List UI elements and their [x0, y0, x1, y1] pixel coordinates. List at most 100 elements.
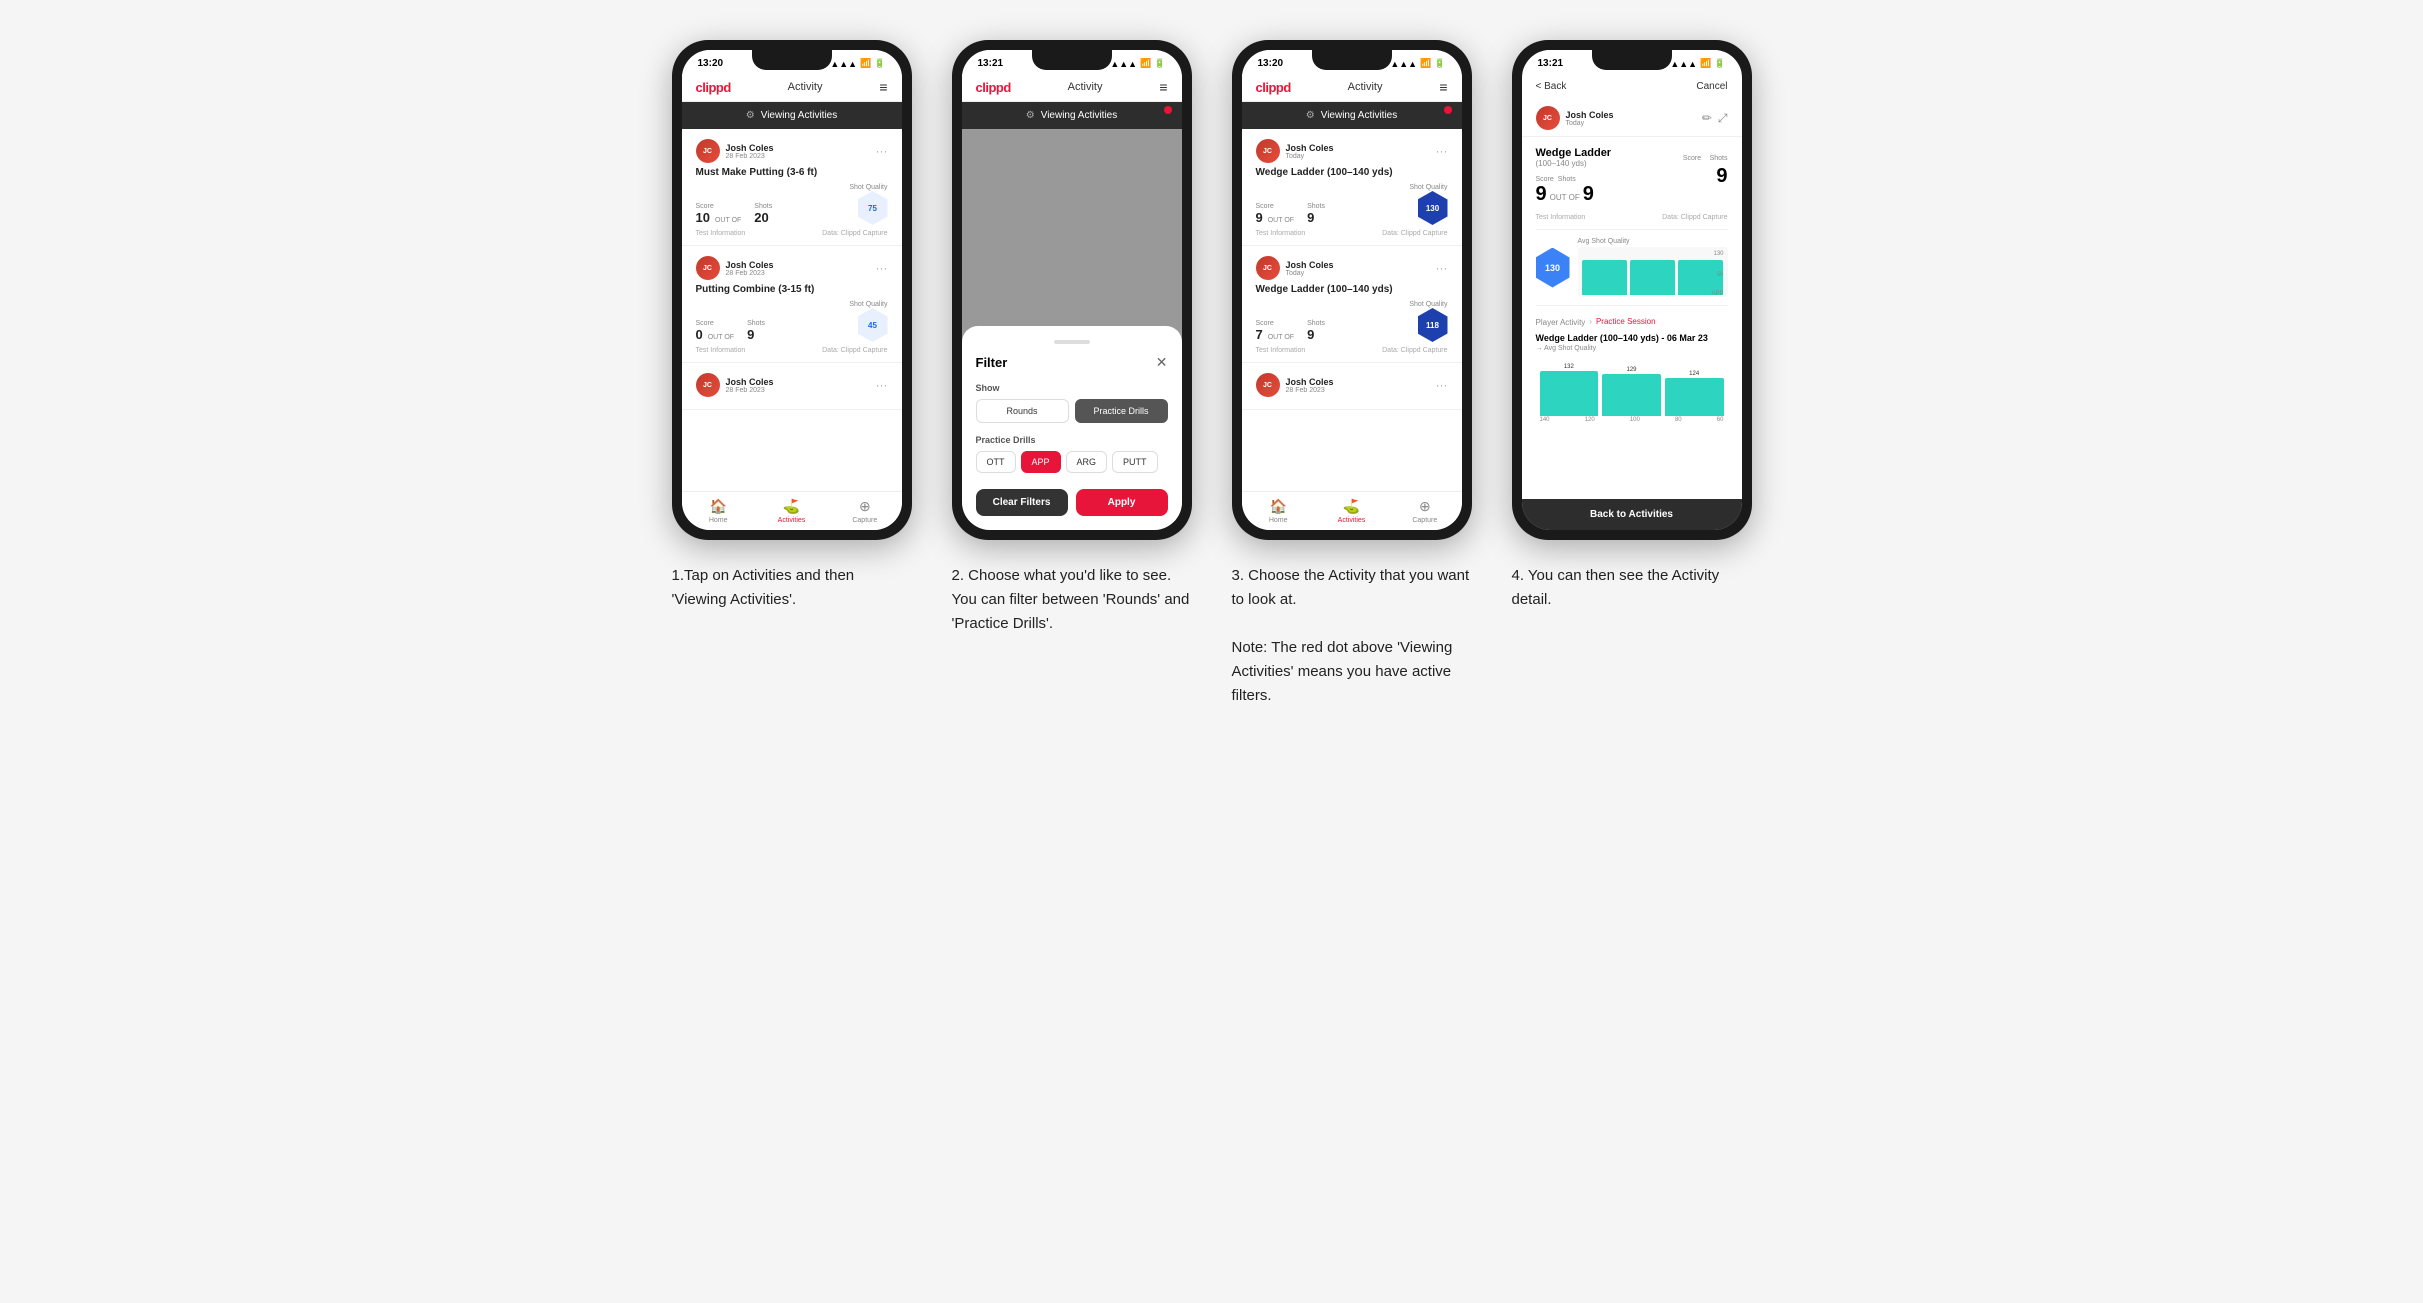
- phone-1: 13:20 ▲▲▲ 📶 🔋 clippd Activity ≡ ⚙ Vi: [672, 40, 912, 540]
- viewing-bar-3[interactable]: ⚙ Viewing Activities: [1242, 102, 1462, 129]
- modal-handle: [1054, 340, 1090, 344]
- nav-activities-1[interactable]: ⛳ Activities: [755, 498, 828, 524]
- phone-2: 13:21 ▲▲▲ 📶 🔋 clippd Activity ≡ ⚙ Vi: [952, 40, 1192, 540]
- chart-axis-label-4: APP: [1711, 291, 1723, 297]
- menu-icon-3[interactable]: ≡: [1439, 79, 1447, 95]
- clear-filters-button[interactable]: Clear Filters: [976, 489, 1068, 516]
- user-date-4: Today: [1566, 120, 1614, 127]
- nav-home-1[interactable]: 🏠 Home: [682, 498, 755, 524]
- sq-badge-1-1: 75: [858, 191, 888, 225]
- outof-3-2: OUT OF: [1268, 334, 1294, 341]
- notch-3: [1312, 50, 1392, 70]
- drill-buttons: OTT APP ARG PUTT: [976, 451, 1168, 473]
- dots-menu-1-1[interactable]: ···: [876, 144, 888, 158]
- sq-badge-1-2: 45: [858, 308, 888, 342]
- dots-menu-1-2[interactable]: ···: [876, 261, 888, 275]
- header-title-3: Activity: [1348, 81, 1383, 93]
- logo-1: clippd: [696, 80, 731, 95]
- drill-putt[interactable]: PUTT: [1112, 451, 1158, 473]
- back-button-4[interactable]: < Back: [1536, 81, 1567, 92]
- close-button[interactable]: ✕: [1156, 354, 1168, 371]
- avg-sq-label-4: Avg Shot Quality: [1578, 238, 1728, 245]
- score-label-3-1: Score: [1256, 203, 1298, 210]
- nav-home-3[interactable]: 🏠 Home: [1242, 498, 1315, 524]
- y-label-80: 80: [1675, 417, 1682, 423]
- detail-user-info-4: JC Josh Coles Today: [1536, 106, 1614, 130]
- apply-button[interactable]: Apply: [1076, 489, 1168, 516]
- battery-icon-2: 🔋: [1154, 58, 1165, 69]
- tab-practice-drills[interactable]: Practice Drills: [1075, 399, 1168, 423]
- activity-list-1: JC Josh Coles 28 Feb 2023 ··· Must Make …: [682, 129, 902, 491]
- score-label-right-4: Score: [1683, 155, 1701, 162]
- dots-menu-1-3[interactable]: ···: [876, 378, 888, 392]
- divider-4-2: [1536, 305, 1728, 306]
- drill-ott[interactable]: OTT: [976, 451, 1016, 473]
- menu-icon-2[interactable]: ≡: [1159, 79, 1167, 95]
- nav-capture-1[interactable]: ⊕ Capture: [828, 498, 901, 524]
- activity-item-3-1[interactable]: JC Josh Coles Today ··· Wedge Ladder (10…: [1242, 129, 1462, 246]
- activity-title-1-1: Must Make Putting (3-6 ft): [696, 167, 888, 178]
- score-label-4: Score: [1536, 176, 1554, 183]
- dots-menu-3-1[interactable]: ···: [1436, 144, 1448, 158]
- phone-column-3: 13:20 ▲▲▲ 📶 🔋 clippd Activity ≡ ⚙ Viewin…: [1232, 40, 1472, 708]
- user-info-1-1: JC Josh Coles 28 Feb 2023: [696, 139, 774, 163]
- wedge-bar-group-1: 132: [1540, 364, 1599, 416]
- app-header-1: clippd Activity ≡: [682, 73, 902, 102]
- activity-item-1-2[interactable]: JC Josh Coles 28 Feb 2023 ··· Putting Co…: [682, 246, 902, 363]
- avatar-1-1: JC: [696, 139, 720, 163]
- menu-icon-1[interactable]: ≡: [879, 79, 887, 95]
- nav-activities-label-1: Activities: [778, 517, 806, 524]
- nav-capture-label-1: Capture: [852, 517, 877, 524]
- edit-icon-4[interactable]: ✏: [1702, 111, 1712, 126]
- score-label-1-2: Score: [696, 320, 738, 327]
- activities-icon-1: ⛳: [783, 498, 800, 515]
- dots-menu-3-2[interactable]: ···: [1436, 261, 1448, 275]
- player-activity-label-4: Player Activity: [1536, 318, 1586, 327]
- activity-item-1-3[interactable]: JC Josh Coles 28 Feb 2023 ···: [682, 363, 902, 410]
- nav-activities-3[interactable]: ⛳ Activities: [1315, 498, 1388, 524]
- notch-4: [1592, 50, 1672, 70]
- mini-chart-4: 130 50 APP: [1578, 247, 1728, 297]
- back-to-activities-btn[interactable]: Back to Activities: [1522, 499, 1742, 530]
- dots-menu-3-3[interactable]: ···: [1436, 378, 1448, 392]
- drill-app[interactable]: APP: [1021, 451, 1061, 473]
- user-name-4: Josh Coles: [1566, 110, 1614, 120]
- time-4: 13:21: [1538, 58, 1564, 69]
- header-title-1: Activity: [788, 81, 823, 93]
- caption-2: 2. Choose what you'd like to see. You ca…: [952, 564, 1192, 636]
- cancel-button-4[interactable]: Cancel: [1696, 81, 1727, 92]
- expand-icon-4[interactable]: ⤢: [1718, 111, 1728, 126]
- detail-content-4: Wedge Ladder (100–140 yds) Score Shots 9…: [1522, 137, 1742, 499]
- score-label-1-1: Score: [696, 203, 745, 210]
- wifi-icon-4: 📶: [1700, 58, 1711, 69]
- activity-item-3-3[interactable]: JC Josh Coles 28 Feb 2023 ···: [1242, 363, 1462, 410]
- drill-arg[interactable]: ARG: [1066, 451, 1108, 473]
- battery-icon-1: 🔋: [874, 58, 885, 69]
- viewing-bar-1[interactable]: ⚙ Viewing Activities: [682, 102, 902, 129]
- signal-icon-1: ▲▲▲: [830, 59, 857, 69]
- activity-title-1-2: Putting Combine (3-15 ft): [696, 284, 888, 295]
- user-info-1-2: JC Josh Coles 28 Feb 2023: [696, 256, 774, 280]
- activity-stats-3-1: Score 9 OUT OF Shots 9: [1256, 184, 1448, 225]
- nav-capture-3[interactable]: ⊕ Capture: [1388, 498, 1461, 524]
- info-row-4: Test Information Data: Clippd Capture: [1536, 214, 1728, 221]
- score-val-4: 9: [1536, 183, 1547, 206]
- wedge-bar-group-2: 129: [1602, 367, 1661, 416]
- activity-item-1-1[interactable]: JC Josh Coles 28 Feb 2023 ··· Must Make …: [682, 129, 902, 246]
- capture-icon-3: ⊕: [1419, 498, 1431, 515]
- sq-badge-3-1: 130: [1418, 191, 1448, 225]
- footer-left-1-2: Test Information: [696, 347, 746, 354]
- filter-header: Filter ✕: [976, 354, 1168, 371]
- status-icons-1: ▲▲▲ 📶 🔋: [830, 58, 885, 69]
- practice-session-label-4[interactable]: Practice Session: [1596, 317, 1656, 326]
- drill-title-4: Wedge Ladder: [1536, 147, 1612, 159]
- activity-title-3-1: Wedge Ladder (100–140 yds): [1256, 167, 1448, 178]
- viewing-bar-2[interactable]: ⚙ Viewing Activities: [962, 102, 1182, 129]
- footer-left-3-2: Test Information: [1256, 347, 1306, 354]
- y-label-100: 100: [1630, 417, 1640, 423]
- arrow-4: ›: [1589, 317, 1592, 326]
- avatar-4: JC: [1536, 106, 1560, 130]
- time-2: 13:21: [978, 58, 1004, 69]
- tab-rounds[interactable]: Rounds: [976, 399, 1069, 423]
- activity-item-3-2[interactable]: JC Josh Coles Today ··· Wedge Ladder (10…: [1242, 246, 1462, 363]
